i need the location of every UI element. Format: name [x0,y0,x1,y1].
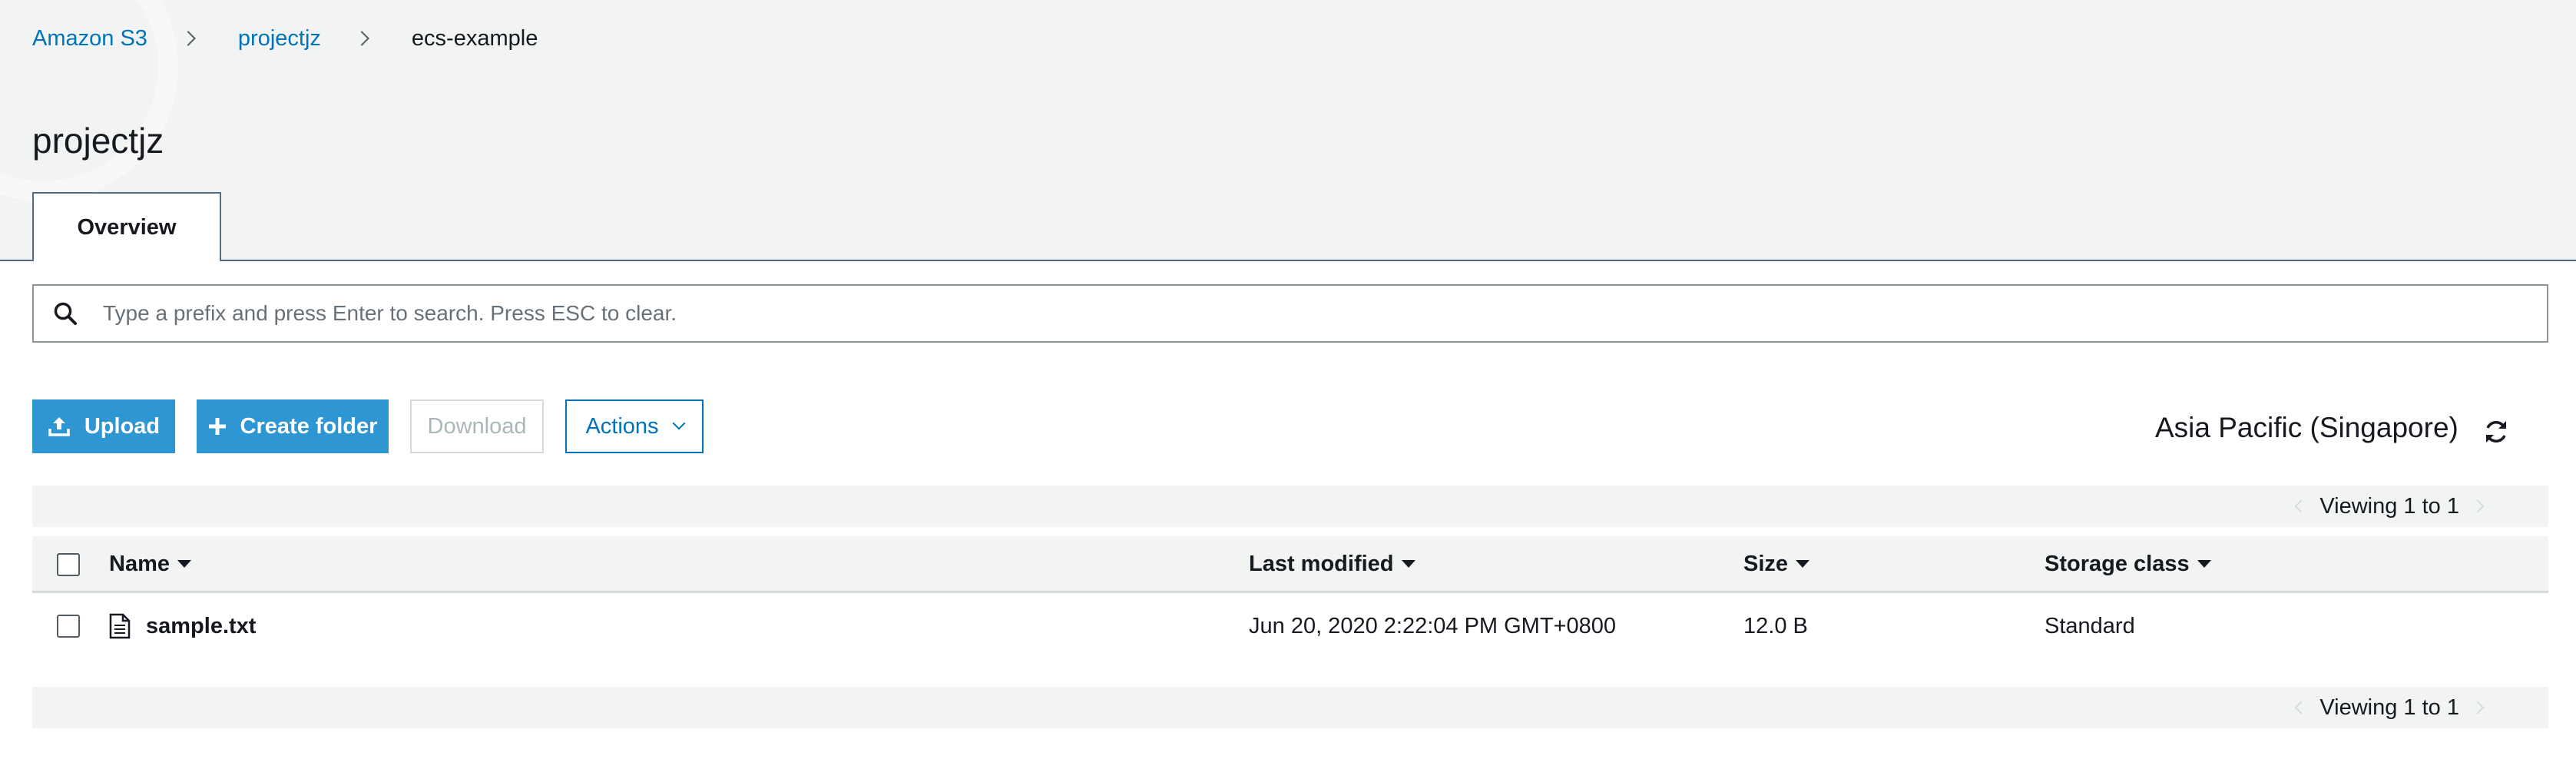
caret-down-icon [2197,560,2211,568]
breadcrumb-link-bucket[interactable]: projectjz [238,26,321,51]
tab-overview-label: Overview [77,214,177,240]
file-icon [109,613,131,639]
search-input[interactable] [101,300,2547,327]
caret-down-icon [177,560,191,568]
chevron-right-icon [354,31,369,46]
column-header-size[interactable]: Size [1743,536,1810,592]
column-header-storage-class-label: Storage class [2045,551,2190,576]
chevron-right-icon [180,31,196,46]
column-header-name-label: Name [109,551,170,576]
pagination-text-bottom: Viewing 1 to 1 [2319,694,2459,720]
breadcrumb-current-folder: ecs-example [411,25,538,51]
column-header-last-modified[interactable]: Last modified [1249,536,1415,592]
next-page-icon[interactable] [2471,499,2485,513]
cell-size: 12.0 B [1743,613,1808,638]
actions-dropdown-button[interactable]: Actions [565,399,704,453]
chevron-down-icon [672,416,686,430]
breadcrumb: Amazon S3 projectjz ecs-example [32,23,538,54]
refresh-icon[interactable] [2482,418,2510,446]
next-page-icon[interactable] [2471,701,2485,714]
pagination-text-top: Viewing 1 to 1 [2319,493,2459,519]
create-folder-button-label: Create folder [240,413,378,439]
download-button[interactable]: Download [410,399,544,453]
cell-last-modified: Jun 20, 2020 2:22:04 PM GMT+0800 [1249,613,1617,638]
search-box [32,284,2548,343]
prev-page-icon[interactable] [2294,499,2308,513]
pagination-bar-bottom: Viewing 1 to 1 [32,687,2548,728]
pagination-bar-top: Viewing 1 to 1 [32,486,2548,527]
page-title: projectjz [32,121,164,161]
create-folder-button[interactable]: Create folder [197,399,389,453]
row-checkbox[interactable] [57,615,80,638]
column-header-last-modified-label: Last modified [1249,551,1394,576]
actions-button-label: Actions [585,413,659,439]
table-row[interactable]: sample.txt Jun 20, 2020 2:22:04 PM GMT+0… [32,593,2548,659]
column-header-name[interactable]: Name [109,536,191,592]
cell-name: sample.txt [109,593,256,659]
file-name-link[interactable]: sample.txt [146,614,256,639]
select-all-checkbox[interactable] [57,553,80,576]
region-label: Asia Pacific (Singapore) [2155,412,2458,443]
prev-page-icon[interactable] [2294,701,2308,714]
upload-icon [48,417,70,436]
caret-down-icon [1796,560,1810,568]
caret-down-icon [1401,560,1415,568]
search-icon [54,302,77,325]
cell-storage-class: Standard [2045,613,2135,638]
column-header-size-label: Size [1743,551,1789,576]
column-header-storage-class[interactable]: Storage class [2045,536,2211,592]
breadcrumb-link-amazon-s3[interactable]: Amazon S3 [32,26,147,51]
header-band: Amazon S3 projectjz ecs-example projectj… [0,0,2576,261]
download-button-label: Download [427,413,527,439]
plus-icon [208,418,226,435]
tab-overview[interactable]: Overview [32,192,221,261]
upload-button-label: Upload [84,413,161,439]
upload-button[interactable]: Upload [32,399,175,453]
table-header: Name Last modified Size Storage class [32,536,2548,593]
